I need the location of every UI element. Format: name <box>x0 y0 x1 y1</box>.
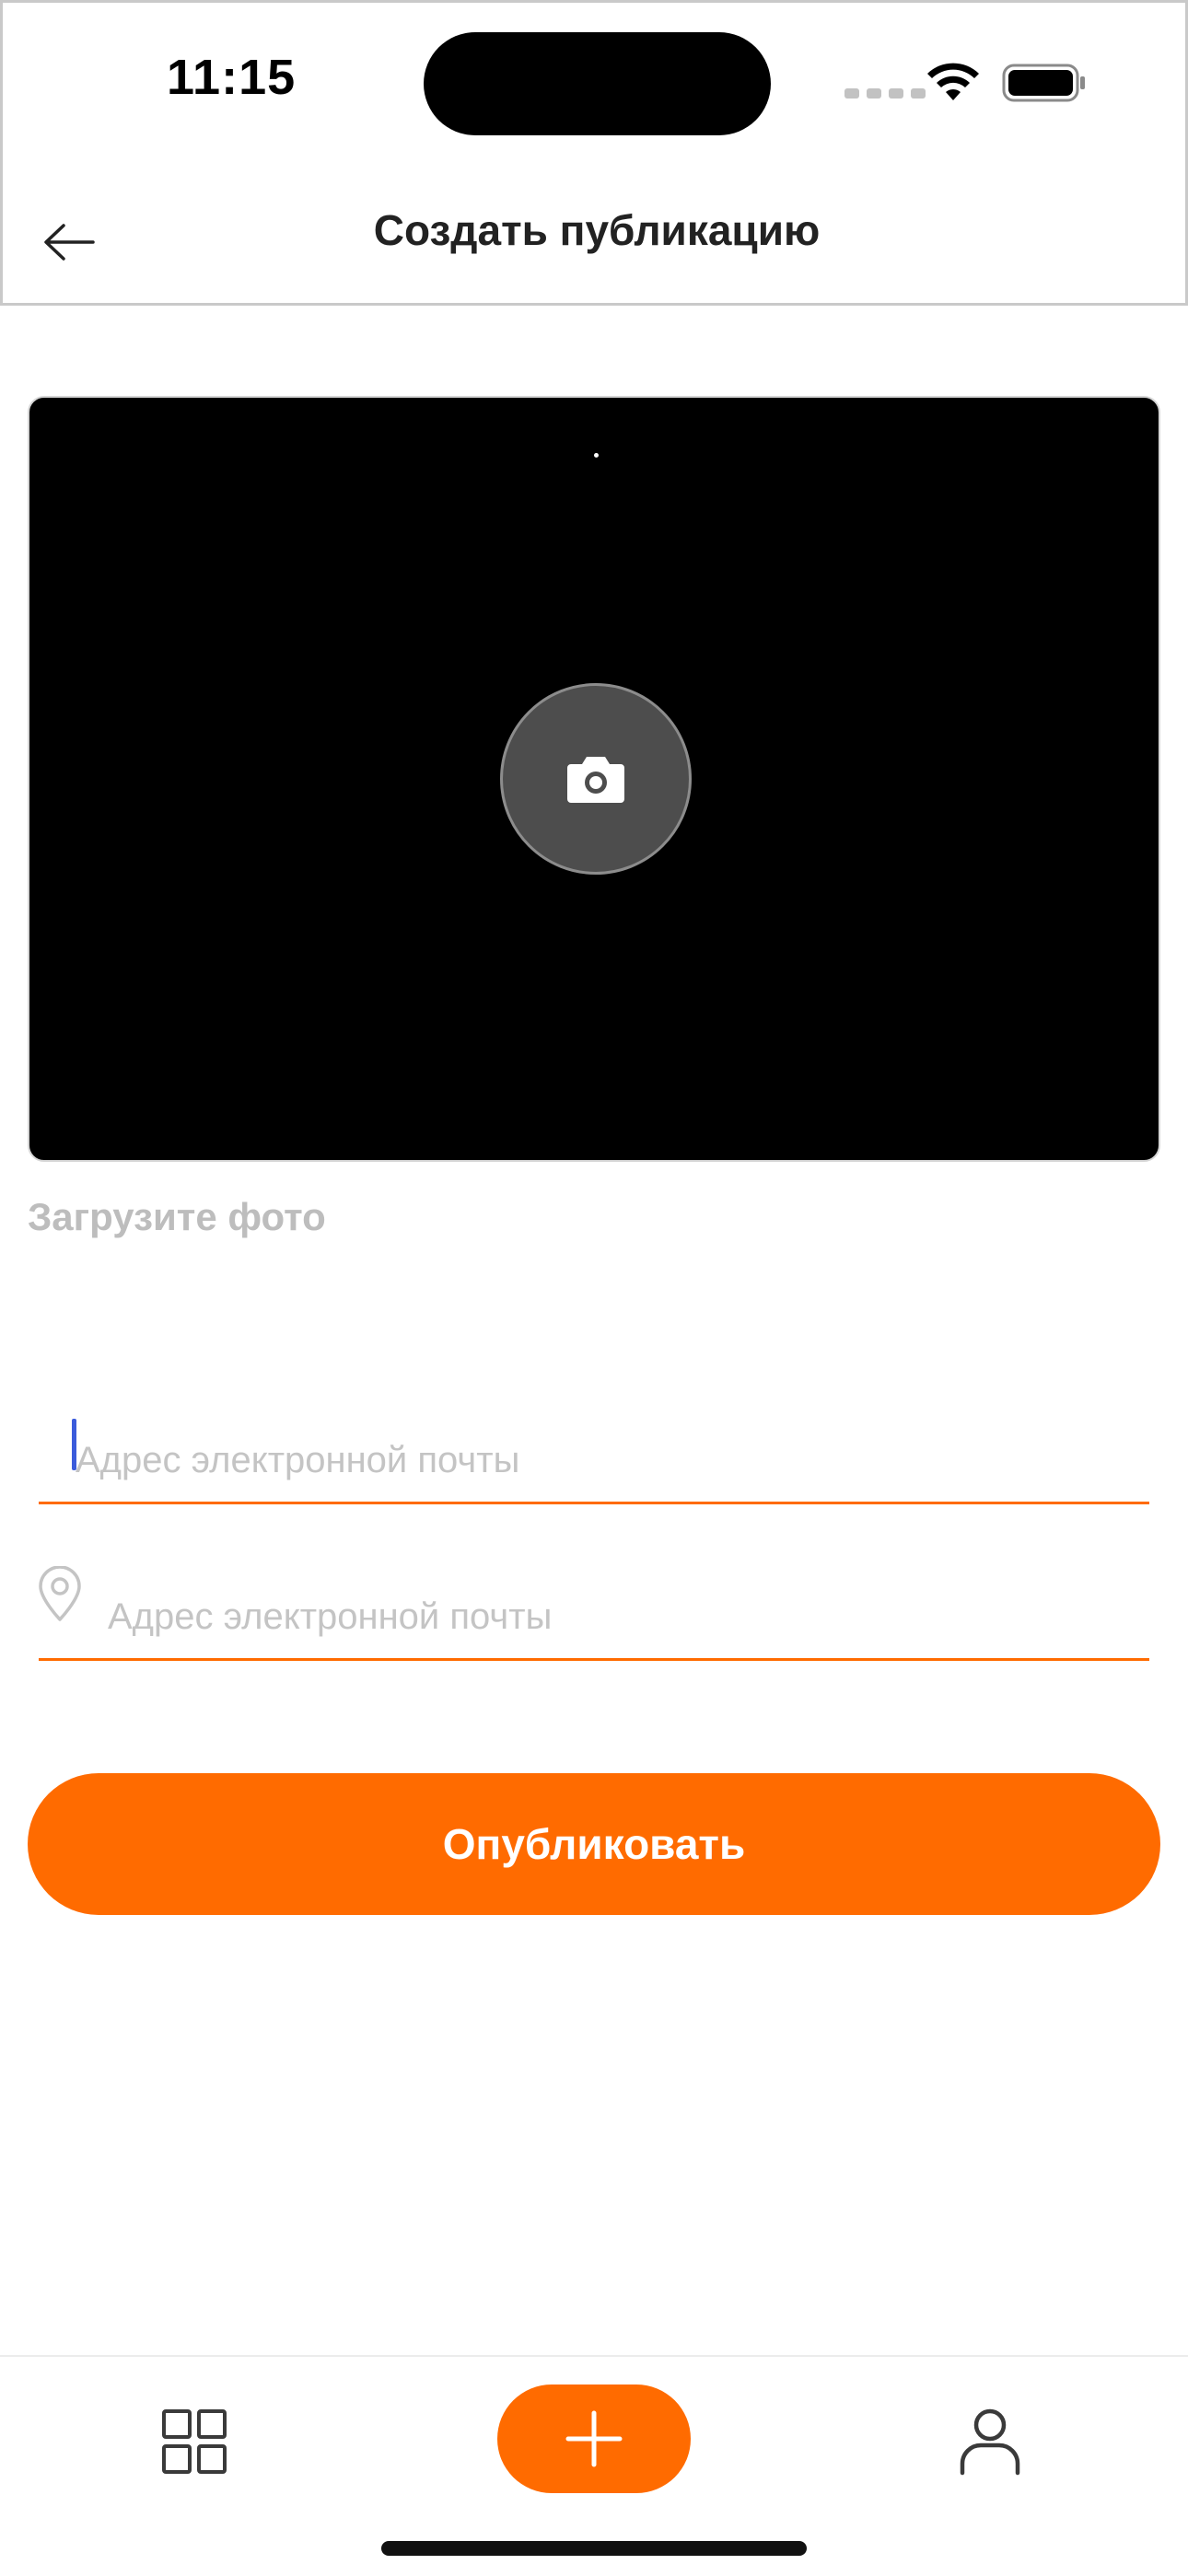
grid-icon[interactable] <box>161 2408 227 2475</box>
dynamic-island <box>424 32 771 135</box>
camera-icon <box>567 757 624 803</box>
photo-upload-area[interactable] <box>28 396 1160 1162</box>
home-indicator[interactable] <box>381 2541 807 2556</box>
upload-photo-hint: Загрузите фото <box>28 1195 326 1238</box>
email-field[interactable] <box>76 1440 1089 1481</box>
plus-icon <box>565 2410 623 2467</box>
publish-button[interactable]: Опубликовать <box>28 1773 1160 1915</box>
map-pin-icon <box>39 1566 81 1621</box>
wifi-icon <box>927 63 979 100</box>
camera-button[interactable] <box>500 683 692 875</box>
user-icon[interactable] <box>958 2407 1022 2477</box>
top-header: 11:15 Создать публикацию <box>0 0 1188 306</box>
photo-preview-dot <box>594 453 599 458</box>
tab-add-publication[interactable] <box>497 2385 691 2493</box>
location-field[interactable] <box>108 1596 1121 1638</box>
email-field-row <box>39 1412 1149 1504</box>
page-title: Создать публикацию <box>373 206 821 254</box>
status-time: 11:15 <box>167 50 297 105</box>
cellular-signal-icon <box>844 88 926 99</box>
battery-icon <box>1002 64 1085 102</box>
location-field-row <box>39 1566 1149 1661</box>
